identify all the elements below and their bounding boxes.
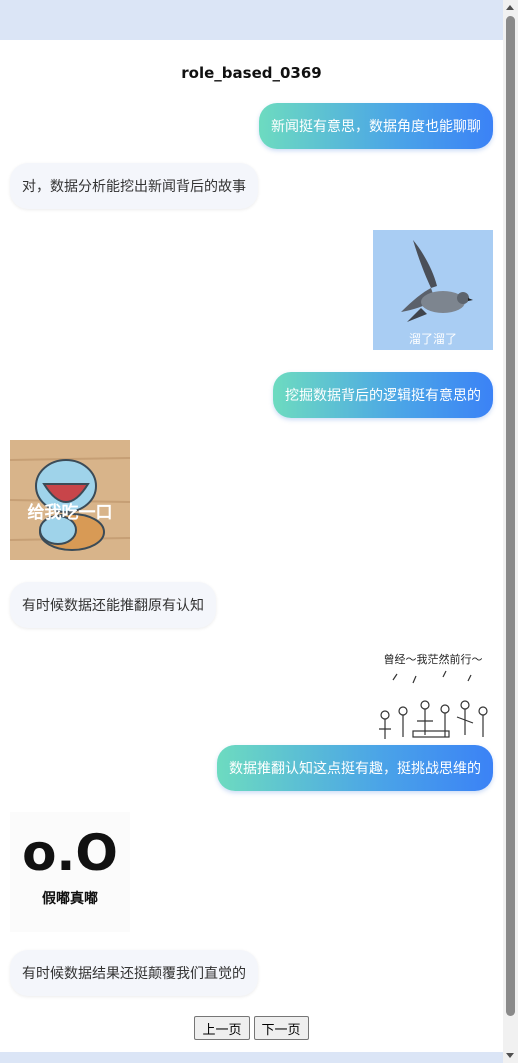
chat-window: role_based_0369 新闻挺有意思，数据角度也能聊聊 对，数据分析能挖… <box>0 0 518 1063</box>
message-bubble-left: 有时候数据还能推翻原有认知 <box>10 582 216 628</box>
pigeon-sticker-image[interactable]: 溜了溜了 <box>373 230 493 350</box>
chat-panel: role_based_0369 新闻挺有意思，数据角度也能聊聊 对，数据分析能挖… <box>0 40 503 1052</box>
squirtle-sticker-image[interactable]: 给我吃一口 <box>10 440 130 560</box>
sticker-caption: 曾经～我茫然前行～ <box>383 653 483 666</box>
pagination: 上一页 下一页 <box>0 1016 503 1040</box>
next-page-button[interactable]: 下一页 <box>253 1016 309 1040</box>
message-bubble-right: 数据推翻认知这点挺有趣，挺挑战思维的 <box>217 745 493 791</box>
sticker-caption: 给我吃一口 <box>27 503 113 523</box>
scroll-down-arrow-icon[interactable] <box>506 1053 514 1058</box>
message-bubble-left: 有时候数据结果还挺颠覆我们直觉的 <box>10 950 258 996</box>
scroll-up-arrow-icon[interactable] <box>506 5 514 10</box>
vertical-scrollbar[interactable] <box>503 0 518 1063</box>
sticker-big-text: o.O <box>22 824 118 882</box>
scrollbar-thumb[interactable] <box>506 16 515 1016</box>
message-bubble-right: 新闻挺有意思，数据角度也能聊聊 <box>259 103 493 149</box>
prev-page-button[interactable]: 上一页 <box>194 1016 250 1040</box>
sticker-caption: 溜了溜了 <box>408 332 457 346</box>
sticker-caption: 假嘟真嘟 <box>42 891 98 907</box>
message-bubble-left: 对，数据分析能挖出新闻背后的故事 <box>10 163 258 209</box>
message-bubble-right: 挖掘数据背后的逻辑挺有意思的 <box>273 372 493 418</box>
chat-title: role_based_0369 <box>181 64 322 82</box>
oo-face-sticker-image[interactable]: o.O 假嘟真嘟 <box>10 812 130 932</box>
